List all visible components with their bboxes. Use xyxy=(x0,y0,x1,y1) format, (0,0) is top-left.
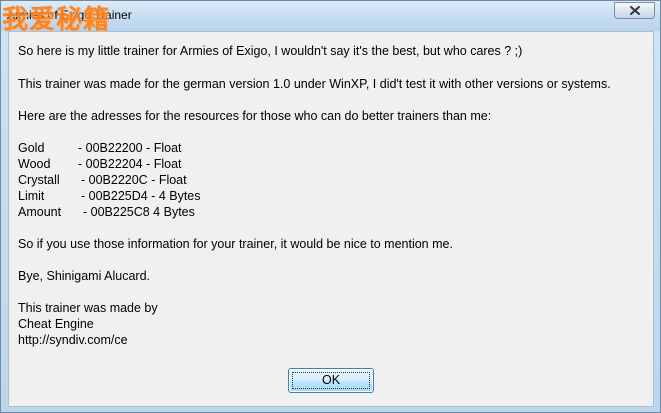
close-button[interactable] xyxy=(614,2,655,19)
ok-button-label: OK xyxy=(321,373,341,387)
message-made-by: This trainer was made by xyxy=(18,301,158,315)
resource-name: Crystall xyxy=(18,173,60,187)
ok-button[interactable]: OK xyxy=(288,368,374,393)
resource-address: - 00B22204 - Float xyxy=(78,157,182,171)
resource-name: Gold xyxy=(18,141,45,155)
message-addresses-intro: Here are the adresses for the resources … xyxy=(18,109,492,123)
message-bye: Bye, Shinigami Alucard. xyxy=(18,269,151,283)
dialog-window: Armies of Exigo Trainer 我爱秘籍 So here is … xyxy=(0,0,661,413)
resource-address: - 00B2220C - Float xyxy=(81,173,187,187)
message-url: http://syndiv.com/ce xyxy=(18,333,128,347)
message-mention: So if you use those information for your… xyxy=(18,237,453,251)
resource-name: Limit xyxy=(18,189,45,203)
resource-name: Amount xyxy=(18,205,62,219)
resource-address: - 00B225D4 - 4 Bytes xyxy=(81,189,201,203)
resource-name: Wood xyxy=(18,157,51,171)
resource-address: - 00B225C8 4 Bytes xyxy=(83,205,195,219)
title-bar[interactable]: Armies of Exigo Trainer 我爱秘籍 xyxy=(1,1,660,35)
message-tool: Cheat Engine xyxy=(18,317,94,331)
message-intro: So here is my little trainer for Armies … xyxy=(18,44,523,58)
resource-address: - 00B22200 - Float xyxy=(78,141,182,155)
close-icon xyxy=(630,6,640,15)
message-version-note: This trainer was made for the german ver… xyxy=(18,77,611,91)
dialog-body: So here is my little trainer for Armies … xyxy=(8,31,654,407)
